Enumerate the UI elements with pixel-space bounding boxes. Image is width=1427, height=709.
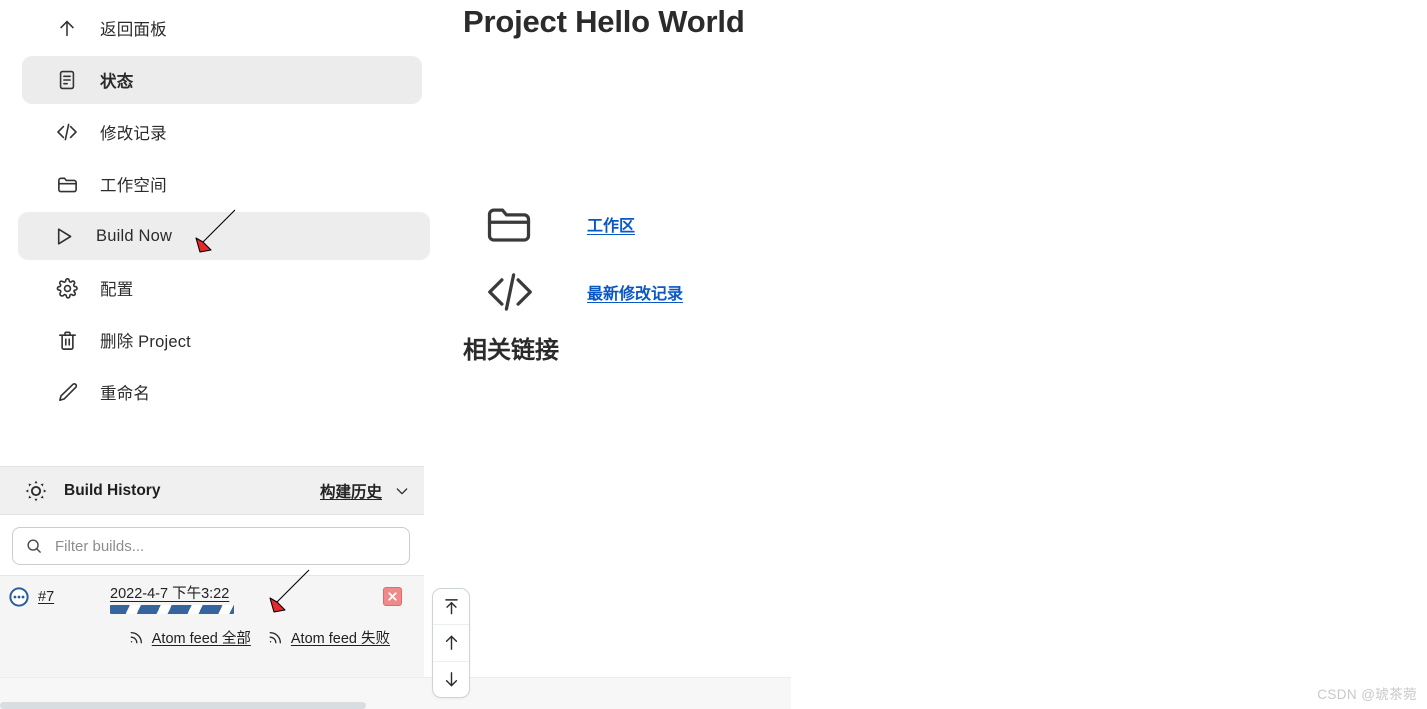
folder-icon — [52, 169, 82, 199]
build-history-panel: Build History 构建历史 Filter builds... #7 2… — [0, 466, 424, 682]
horizontal-scrollbar[interactable] — [0, 702, 366, 709]
sidebar-item-rename[interactable]: 重命名 — [22, 368, 422, 416]
sidebar-item-label: 修改记录 — [100, 125, 167, 143]
scroll-up-button[interactable] — [433, 625, 469, 662]
play-icon — [48, 221, 78, 251]
task-list: 返回面板 状态 修改记录 工作空间 Build Now 配置 删除 Projec… — [0, 0, 440, 420]
rss-icon — [128, 629, 145, 646]
sidebar-item-status[interactable]: 状态 — [22, 56, 422, 104]
build-history-dropdown[interactable]: 构建历史 — [320, 480, 410, 502]
recent-changes-link-row[interactable]: 最新修改记录 — [483, 258, 683, 326]
bottom-panel — [0, 677, 791, 709]
sidebar-item-delete-project[interactable]: 删除 Project — [22, 316, 422, 364]
search-icon — [25, 537, 43, 555]
sidebar-item-label: 配置 — [100, 281, 134, 299]
document-icon — [52, 65, 82, 95]
arrow-up-icon — [52, 13, 82, 43]
sidebar-item-label: 删除 Project — [100, 333, 191, 351]
filter-builds-input[interactable] — [53, 528, 373, 564]
build-list: #7 2022-4-7 下午3:22 — [0, 575, 424, 618]
scroll-button-stack — [432, 588, 470, 698]
sidebar-item-workspace[interactable]: 工作空间 — [22, 160, 422, 208]
folder-icon — [483, 198, 543, 250]
sidebar-item-back-to-dashboard[interactable]: 返回面板 — [22, 4, 422, 52]
build-history-dropdown-label[interactable]: 构建历史 — [320, 480, 382, 502]
rss-icon — [267, 629, 284, 646]
sidebar-item-label: 工作空间 — [100, 177, 167, 195]
build-timestamp-group: 2022-4-7 下午3:22 — [110, 582, 234, 614]
project-links: 工作区 最新修改记录 — [483, 190, 683, 326]
atom-feed-failed-link[interactable]: Atom feed 失败 — [267, 627, 390, 648]
scroll-to-top-button[interactable] — [433, 589, 469, 626]
sidebar: 返回面板 状态 修改记录 工作空间 Build Now 配置 删除 Projec… — [0, 0, 791, 709]
weather-sun-icon — [22, 477, 50, 505]
page-title: Project Hello World — [463, 4, 745, 39]
sidebar-item-build-now[interactable]: Build Now — [18, 212, 430, 260]
build-number-link[interactable]: #7 — [38, 589, 54, 605]
gear-icon — [52, 273, 82, 303]
sidebar-item-configure[interactable]: 配置 — [22, 264, 422, 312]
related-links-heading: 相关链接 — [463, 337, 559, 364]
chevron-down-icon[interactable] — [394, 483, 410, 499]
sidebar-item-changes[interactable]: 修改记录 — [22, 108, 422, 156]
build-progress-bar — [110, 605, 234, 614]
code-icon — [483, 265, 543, 319]
table-row[interactable]: #7 2022-4-7 下午3:22 — [0, 576, 424, 618]
build-timestamp-link[interactable]: 2022-4-7 下午3:22 — [110, 586, 229, 602]
atom-feed-failed-label: Atom feed 失败 — [290, 630, 390, 647]
build-filter-field[interactable] — [12, 527, 410, 565]
sidebar-item-label: 返回面板 — [100, 21, 167, 39]
workspace-link-label[interactable]: 工作区 — [587, 212, 635, 236]
in-progress-blue-icon — [8, 586, 30, 608]
stop-build-button[interactable] — [383, 587, 402, 606]
trash-icon — [52, 325, 82, 355]
jenkins-project-page: 返回面板 状态 修改记录 工作空间 Build Now 配置 删除 Projec… — [0, 0, 1427, 709]
code-icon — [52, 117, 82, 147]
build-filter-wrapper — [0, 515, 424, 575]
sidebar-item-label: 重命名 — [100, 385, 151, 403]
sidebar-item-label: Build Now — [96, 226, 173, 245]
atom-feed-links: Atom feed 全部 Atom feed 失败 — [0, 618, 424, 656]
pencil-icon — [52, 377, 82, 407]
build-history-title: Build History — [64, 481, 161, 499]
build-history-header: Build History 构建历史 — [0, 466, 424, 515]
watermark: CSDN @琥茶菀 — [1317, 687, 1417, 702]
recent-changes-link-label[interactable]: 最新修改记录 — [587, 280, 683, 304]
atom-feed-all-link[interactable]: Atom feed 全部 — [128, 627, 251, 648]
workspace-link-row[interactable]: 工作区 — [483, 190, 683, 258]
sidebar-item-label: 状态 — [100, 73, 134, 91]
main-content: Project Hello World 工作区 最新修改记录 相关链接 — [463, 0, 1363, 364]
atom-feed-all-label: Atom feed 全部 — [151, 630, 251, 647]
scroll-down-button[interactable] — [433, 662, 469, 697]
